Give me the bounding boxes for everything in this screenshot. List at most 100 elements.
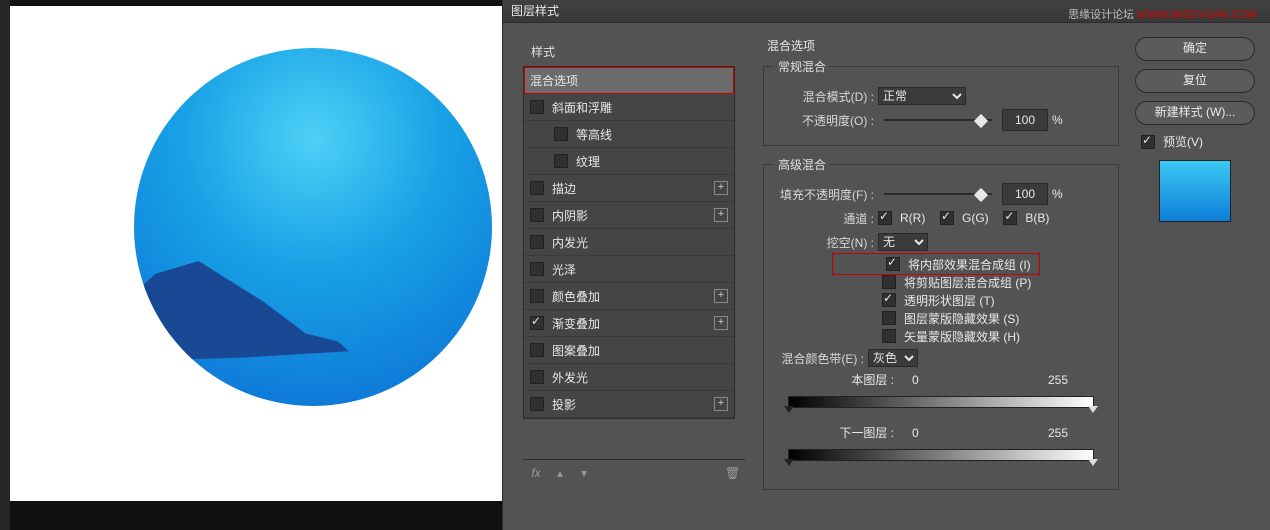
- channel-r-checkbox[interactable]: [878, 211, 892, 225]
- style-label: 图案叠加: [552, 342, 600, 359]
- checkbox-icon[interactable]: [530, 397, 544, 411]
- checkbox-icon[interactable]: [530, 235, 544, 249]
- channel-b-label: B(B): [1025, 211, 1049, 225]
- checkbox-icon[interactable]: [554, 127, 568, 141]
- style-label: 等高线: [576, 126, 612, 143]
- style-inner-glow[interactable]: 内发光: [524, 229, 734, 256]
- arrow-up-icon[interactable]: ▴: [553, 466, 567, 480]
- layer-mask-hides-checkbox[interactable]: [882, 311, 896, 325]
- checkbox-icon[interactable]: [554, 154, 568, 168]
- fx-icon[interactable]: fx: [529, 466, 543, 480]
- styles-header: 样式: [523, 37, 753, 66]
- channel-g-checkbox[interactable]: [940, 211, 954, 225]
- dialog-title: 图层样式: [511, 4, 559, 18]
- blend-clipped-checkbox[interactable]: [882, 275, 896, 289]
- style-label: 渐变叠加: [552, 315, 600, 332]
- style-drop-shadow[interactable]: 投影 +: [524, 391, 734, 418]
- style-contour[interactable]: 等高线: [524, 121, 734, 148]
- this-layer-slider[interactable]: [774, 390, 1108, 418]
- layer-style-dialog: 图层样式 思缘设计论坛 WWW.MISSYUAN.COM 样式 混合选项 斜面和…: [502, 0, 1270, 530]
- fill-opacity-input[interactable]: [1002, 183, 1048, 205]
- checkbox-icon[interactable]: [530, 262, 544, 276]
- fill-opacity-slider[interactable]: [884, 188, 992, 200]
- checkbox-icon[interactable]: [530, 289, 544, 303]
- blend-clipped-row[interactable]: 将剪贴图层混合成组 (P): [882, 273, 1108, 291]
- transparency-shapes-checkbox[interactable]: [882, 293, 896, 307]
- this-layer-white: 255: [1048, 373, 1088, 387]
- style-blending-options[interactable]: 混合选项: [524, 67, 734, 94]
- artwork-circle: [134, 48, 492, 406]
- knockout-label: 挖空(N) :: [774, 234, 874, 251]
- buttons-column: 确定 复位 新建样式 (W)... 预览(V): [1129, 23, 1270, 530]
- plus-icon[interactable]: +: [714, 208, 728, 222]
- style-inner-shadow[interactable]: 内阴影 +: [524, 202, 734, 229]
- vector-mask-hides-row[interactable]: 矢量蒙版隐藏效果 (H): [882, 327, 1108, 345]
- advanced-blending-group: 高级混合 填充不透明度(F) : % 通道 : R(R): [763, 156, 1119, 490]
- checkbox-icon[interactable]: [530, 370, 544, 384]
- preview-toggle[interactable]: 预览(V): [1141, 133, 1255, 150]
- plus-icon[interactable]: +: [714, 316, 728, 330]
- style-color-overlay[interactable]: 颜色叠加 +: [524, 283, 734, 310]
- checkbox-icon[interactable]: [530, 100, 544, 114]
- blend-interior-checkbox[interactable]: [886, 257, 900, 271]
- underlying-black: 0: [912, 426, 952, 440]
- style-outer-glow[interactable]: 外发光: [524, 364, 734, 391]
- vector-mask-hides-checkbox[interactable]: [882, 329, 896, 343]
- general-blending-group: 常规混合 混合模式(D) : 正常 不透明度(O) : %: [763, 58, 1119, 146]
- document-canvas[interactable]: [10, 6, 502, 501]
- style-stroke[interactable]: 描边 +: [524, 175, 734, 202]
- trash-icon[interactable]: 🗑: [725, 466, 739, 480]
- opacity-input[interactable]: [1002, 109, 1048, 131]
- style-label: 内阴影: [552, 207, 588, 224]
- transparency-shapes-row[interactable]: 透明形状图层 (T): [882, 291, 1108, 309]
- checkbox-icon[interactable]: [530, 208, 544, 222]
- blend-interior-row[interactable]: 将内部效果混合成组 (I): [834, 255, 1038, 273]
- style-label: 斜面和浮雕: [552, 99, 612, 116]
- styles-footer: fx ▴ ▾ 🗑: [523, 459, 745, 486]
- group-legend: 高级混合: [774, 156, 830, 173]
- plus-icon[interactable]: +: [714, 289, 728, 303]
- checkbox-icon[interactable]: [530, 316, 544, 330]
- style-gradient-overlay[interactable]: 渐变叠加 +: [524, 310, 734, 337]
- layer-mask-hides-row[interactable]: 图层蒙版隐藏效果 (S): [882, 309, 1108, 327]
- vector-mask-hides-label: 矢量蒙版隐藏效果 (H): [904, 328, 1020, 345]
- dialog-titlebar[interactable]: 图层样式 思缘设计论坛 WWW.MISSYUAN.COM: [503, 0, 1270, 23]
- blend-clipped-label: 将剪贴图层混合成组 (P): [904, 274, 1031, 291]
- blend-mode-select[interactable]: 正常: [878, 87, 966, 105]
- preview-swatch: [1159, 160, 1231, 222]
- style-pattern-overlay[interactable]: 图案叠加: [524, 337, 734, 364]
- style-label: 混合选项: [530, 72, 578, 89]
- style-texture[interactable]: 纹理: [524, 148, 734, 175]
- new-style-button[interactable]: 新建样式 (W)...: [1135, 101, 1255, 125]
- percent-label: %: [1052, 113, 1063, 127]
- plus-icon[interactable]: +: [714, 397, 728, 411]
- opacity-slider[interactable]: [884, 114, 992, 126]
- options-column: 混合选项 常规混合 混合模式(D) : 正常 不透明度(O) :: [753, 23, 1129, 530]
- style-satin[interactable]: 光泽: [524, 256, 734, 283]
- cancel-button[interactable]: 复位: [1135, 69, 1255, 93]
- checkbox-icon[interactable]: [530, 343, 544, 357]
- style-bevel[interactable]: 斜面和浮雕: [524, 94, 734, 121]
- group-legend: 常规混合: [774, 58, 830, 75]
- checkbox-icon[interactable]: [530, 181, 544, 195]
- layer-mask-hides-label: 图层蒙版隐藏效果 (S): [904, 310, 1019, 327]
- ok-button[interactable]: 确定: [1135, 37, 1255, 61]
- styles-list: 混合选项 斜面和浮雕 等高线 纹理: [523, 66, 735, 419]
- arrow-down-icon[interactable]: ▾: [577, 466, 591, 480]
- channel-b-checkbox[interactable]: [1003, 211, 1017, 225]
- artwork-fin: [134, 245, 349, 406]
- knockout-select[interactable]: 无: [878, 233, 928, 251]
- blend-mode-label: 混合模式(D) :: [774, 88, 874, 105]
- channels-label: 通道 :: [774, 210, 874, 227]
- preview-checkbox[interactable]: [1141, 135, 1155, 149]
- underlying-white: 255: [1048, 426, 1088, 440]
- style-label: 内发光: [552, 234, 588, 251]
- opacity-label: 不透明度(O) :: [774, 112, 874, 129]
- this-layer-black: 0: [912, 373, 952, 387]
- style-label: 外发光: [552, 369, 588, 386]
- underlying-slider[interactable]: [774, 443, 1108, 471]
- channel-r-label: R(R): [900, 211, 925, 225]
- transparency-shapes-label: 透明形状图层 (T): [904, 292, 995, 309]
- blend-if-select[interactable]: 灰色: [868, 349, 918, 367]
- plus-icon[interactable]: +: [714, 181, 728, 195]
